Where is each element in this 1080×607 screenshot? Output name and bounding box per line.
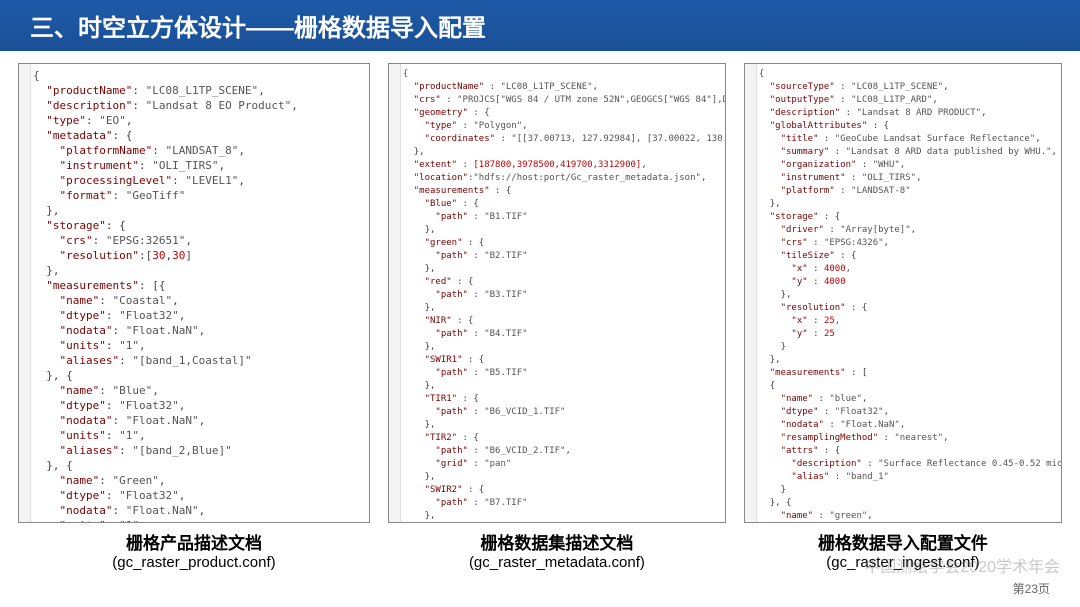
caption-left: 栅格产品描述文档 (gc_raster_product.conf) [18,529,370,571]
code-panel-middle: { "productName" : "LC08_L1TP_SCENE", "cr… [388,63,726,523]
content-row: { "productName": "LC08_L1TP_SCENE", "des… [0,51,1080,523]
slide-header: 三、时空立方体设计——栅格数据导入配置 [0,0,1080,51]
code-panel-left: { "productName": "LC08_L1TP_SCENE", "des… [18,63,370,523]
caption-left-sub: (gc_raster_product.conf) [18,554,370,571]
caption-middle-title: 栅格数据集描述文档 [388,529,726,554]
page-number: 第23页 [1013,580,1050,597]
code-panel-right: { "sourceType" : "LC08_L1TP_SCENE", "out… [744,63,1062,523]
slide-title: 三、时空立方体设计——栅格数据导入配置 [30,15,486,42]
json-code-middle: { "productName" : "LC08_L1TP_SCENE", "cr… [389,64,725,523]
caption-middle: 栅格数据集描述文档 (gc_raster_metadata.conf) [388,529,726,571]
watermark-text: 中国测绘学会2020学术年会 [864,553,1060,577]
caption-right-title: 栅格数据导入配置文件 [744,529,1062,554]
caption-middle-sub: (gc_raster_metadata.conf) [388,554,726,571]
caption-left-title: 栅格产品描述文档 [18,529,370,554]
json-code-right: { "sourceType" : "LC08_L1TP_SCENE", "out… [745,64,1061,523]
json-code-left: { "productName": "LC08_L1TP_SCENE", "des… [19,64,369,523]
